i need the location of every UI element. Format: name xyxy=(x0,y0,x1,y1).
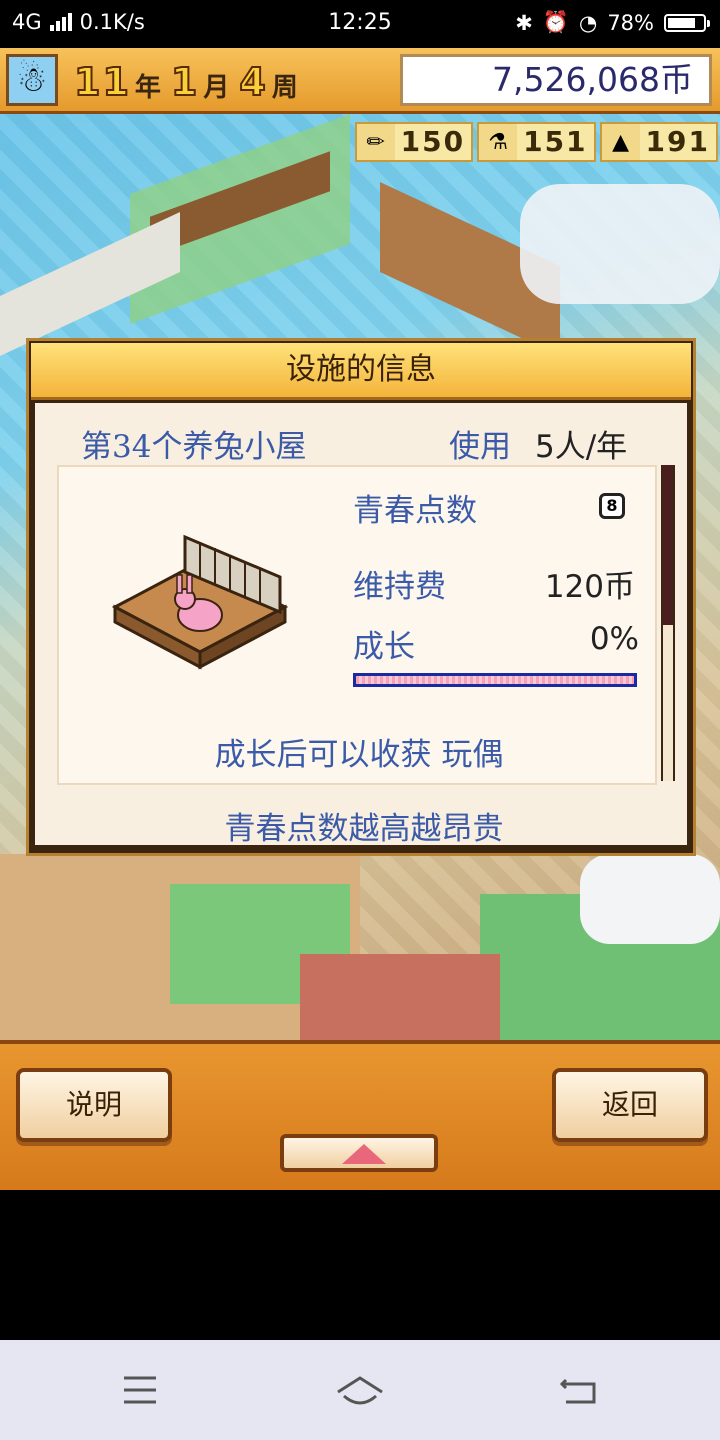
growth-value: 0% xyxy=(589,621,639,657)
resource-counters: ✏ 150 ⚗ 151 ▲ 191 xyxy=(354,122,718,162)
snow-trees xyxy=(580,854,720,944)
bottom-panel: 说明 返回 xyxy=(0,1040,720,1190)
battery-icon xyxy=(664,13,710,32)
scrollbar-thumb[interactable] xyxy=(663,465,673,625)
explain-button[interactable]: 说明 xyxy=(16,1068,172,1142)
maintenance-label: 维持费 xyxy=(353,569,446,605)
dialog-body: 第34个养兔小屋 使用 5人/年 青春点数 8 维持费 120币 成长 0% 成… xyxy=(35,403,687,847)
expand-button[interactable] xyxy=(280,1134,438,1172)
dialog-title: 设施的信息 xyxy=(31,343,691,400)
pencil-value: 150 xyxy=(394,124,472,160)
pencil-icon: ✏ xyxy=(356,124,395,160)
maintenance-value: 120币 xyxy=(544,569,635,605)
youth-points-label: 青春点数 xyxy=(353,493,477,529)
shop-room xyxy=(300,954,500,1040)
usage-value: 5人/年 xyxy=(535,429,628,465)
status-bar: 4G 0.1K/s 12:25 ✱ ⏰ ◔ 78% xyxy=(0,0,720,48)
month-number: 1 xyxy=(170,59,200,105)
fence xyxy=(0,212,180,356)
resource-flask: ⚗ 151 xyxy=(477,122,596,162)
resource-bell: ▲ 191 xyxy=(599,122,718,162)
month-unit: 月 xyxy=(203,73,230,103)
alarm-icon: ⏰ xyxy=(542,10,569,34)
usage-label: 使用 xyxy=(449,429,511,465)
snowman-avatar-icon[interactable]: ☃ xyxy=(6,54,58,106)
growth-label: 成长 xyxy=(353,629,415,665)
bluetooth-icon: ✱ xyxy=(515,10,533,35)
bell-value: 191 xyxy=(639,124,716,160)
game-date: 11 年 1 月 4 周 xyxy=(73,58,304,105)
flask-icon: ⚗ xyxy=(479,124,518,160)
back-button[interactable]: 返回 xyxy=(552,1068,708,1142)
facility-name: 第34个养兔小屋 xyxy=(81,429,307,465)
growth-progress-bar xyxy=(353,673,637,687)
back-nav-icon[interactable] xyxy=(550,1370,610,1410)
money-display: 7,526,068币 xyxy=(400,54,712,106)
battery-percent: 78% xyxy=(607,10,654,35)
year-number: 11 xyxy=(73,59,131,105)
system-nav-bar xyxy=(0,1340,720,1440)
week-unit: 周 xyxy=(271,73,298,103)
rabbit-hutch-icon xyxy=(111,534,289,670)
menu-icon[interactable] xyxy=(110,1370,170,1410)
week-number: 4 xyxy=(238,59,268,105)
bell-icon: ▲ xyxy=(601,124,640,160)
harvest-text: 成长后可以收获 玩偶 xyxy=(214,737,504,773)
arrow-up-icon xyxy=(342,1144,386,1164)
resource-pencil: ✏ 150 xyxy=(354,122,474,162)
wifi-icon: ◔ xyxy=(578,10,598,35)
snow-trees xyxy=(520,184,720,304)
facility-detail-panel[interactable]: 青春点数 8 维持费 120币 成长 0% 成长后可以收获 玩偶 xyxy=(57,465,657,785)
empty-area xyxy=(0,1190,720,1340)
top-hud: ☃ 11 年 1 月 4 周 7,526,068币 xyxy=(0,48,720,114)
year-unit: 年 xyxy=(134,73,161,103)
flask-value: 151 xyxy=(517,124,594,160)
home-icon[interactable] xyxy=(330,1370,390,1410)
youth-points-value: 8 xyxy=(599,493,625,519)
footnote-text: 青春点数越高越昂贵 xyxy=(224,811,504,847)
scrollbar[interactable] xyxy=(661,465,675,781)
facility-info-dialog: 设施的信息 第34个养兔小屋 使用 5人/年 青春点数 8 维持费 120币 成… xyxy=(26,338,696,856)
